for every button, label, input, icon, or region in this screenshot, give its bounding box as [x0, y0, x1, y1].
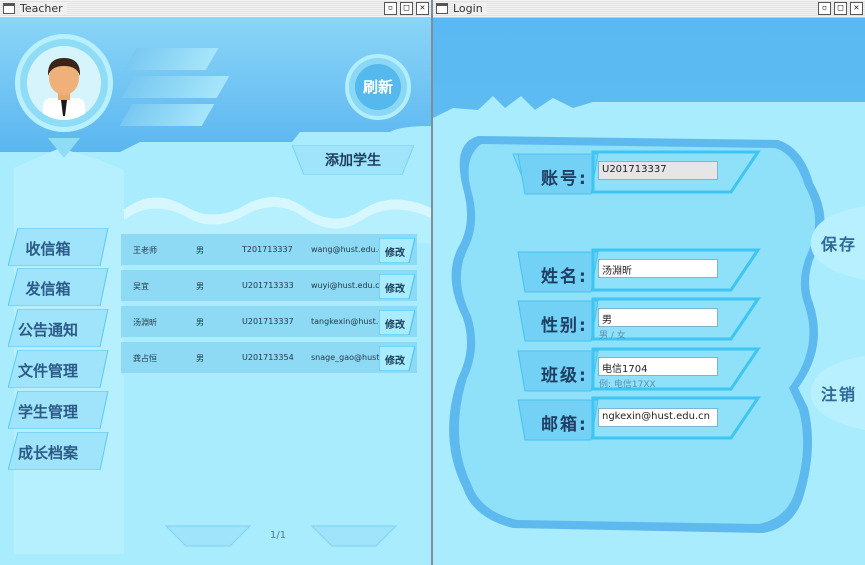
- student-id: U201713354: [242, 353, 294, 362]
- maximize-icon[interactable]: □: [400, 2, 413, 15]
- table-row[interactable]: 汤淵昕 男 U201713337 tangkexin@hust.edu.cn 修…: [121, 306, 417, 339]
- info-bar-2: [121, 76, 230, 98]
- sidebar-item-label: 公告通知: [17, 321, 78, 339]
- edit-button[interactable]: 修改: [379, 310, 415, 335]
- gender-field[interactable]: 男: [598, 308, 718, 327]
- edit-label: 修改: [385, 356, 405, 367]
- sidebar-item-label: 成长档案: [17, 444, 78, 462]
- teacher-window-title: Teacher: [20, 2, 67, 15]
- edit-button[interactable]: 修改: [379, 238, 415, 263]
- avatar[interactable]: [15, 34, 113, 132]
- sidebar-item-label: 文件管理: [17, 362, 78, 380]
- close-icon[interactable]: ✕: [416, 2, 429, 15]
- student-id: U201713333: [242, 281, 294, 290]
- avatar-photo: [27, 46, 101, 120]
- window-icon: [3, 3, 15, 14]
- email-field[interactable]: ngkexin@hust.edu.cn: [598, 408, 718, 427]
- refresh-label: 刷新: [355, 64, 401, 110]
- next-page-button[interactable]: [312, 526, 396, 546]
- close-icon[interactable]: ✕: [850, 2, 863, 15]
- edit-label: 修改: [385, 284, 405, 295]
- add-student-label: 添加学生: [325, 153, 381, 169]
- login-window: Login ▫ □ ✕ 账号: U201713337 姓名: 汤淵昕 性别: 男…: [433, 0, 865, 565]
- sidebar-item-announcements[interactable]: 公告通知: [8, 309, 116, 347]
- sidebar-item-label: 发信箱: [25, 280, 71, 298]
- sidebar-item-growth-records[interactable]: 成长档案: [8, 432, 116, 470]
- student-email: wang@hust.edu.cn: [311, 245, 388, 254]
- student-id: T201713337: [242, 245, 293, 254]
- minimize-icon[interactable]: ▫: [384, 2, 397, 15]
- teacher-window: Teacher ▫ □ ✕ 刷新 添加学生 收信箱 发信箱 公告通知 文件管理 …: [0, 0, 431, 565]
- edit-label: 修改: [385, 320, 405, 331]
- maximize-icon[interactable]: □: [834, 2, 847, 15]
- sidebar-item-outbox[interactable]: 发信箱: [8, 268, 116, 306]
- edit-button[interactable]: 修改: [379, 274, 415, 299]
- info-bar-3: [119, 104, 215, 126]
- student-id: U201713337: [242, 317, 294, 326]
- name-field[interactable]: 汤淵昕: [598, 259, 718, 278]
- add-student-button[interactable]: 添加学生: [292, 145, 414, 175]
- student-gender: 男: [196, 318, 204, 327]
- student-email: wuyi@hust.edu.cn: [311, 281, 385, 290]
- page-indicator: 1/1: [270, 530, 287, 541]
- minimize-icon[interactable]: ▫: [818, 2, 831, 15]
- prev-page-button[interactable]: [166, 526, 250, 546]
- login-decoration: [433, 18, 865, 565]
- table-row[interactable]: 吴宜 男 U201713333 wuyi@hust.edu.cn 修改: [121, 270, 417, 303]
- gender-hint: 男 / 女: [599, 331, 626, 341]
- class-hint: 例: 电信17XX: [599, 380, 656, 390]
- student-gender: 男: [196, 246, 204, 255]
- login-content: 账号: U201713337 姓名: 汤淵昕 性别: 男 男 / 女 班级: 电…: [433, 18, 865, 565]
- login-window-title: Login: [453, 2, 487, 15]
- student-name: 汤淵昕: [133, 318, 157, 327]
- teacher-titlebar[interactable]: Teacher ▫ □ ✕: [0, 0, 431, 18]
- info-bar-1: [123, 48, 219, 70]
- login-titlebar[interactable]: Login ▫ □ ✕: [433, 0, 865, 18]
- table-row[interactable]: 王老师 男 T201713337 wang@hust.edu.cn 修改: [121, 234, 417, 267]
- sidebar-item-inbox[interactable]: 收信箱: [8, 228, 116, 266]
- logout-button[interactable]: 注销: [821, 381, 857, 405]
- student-name: 王老师: [133, 246, 157, 255]
- class-field[interactable]: 电信1704: [598, 357, 718, 376]
- sidebar-item-label: 收信箱: [25, 240, 71, 258]
- table-row[interactable]: 龚占恒 男 U201713354 snage_gao@hust.edu... 修…: [121, 342, 417, 375]
- window-icon: [436, 3, 448, 14]
- sidebar-item-label: 学生管理: [17, 403, 78, 421]
- edit-button[interactable]: 修改: [379, 346, 415, 371]
- account-field[interactable]: U201713337: [598, 161, 718, 180]
- edit-label: 修改: [385, 248, 405, 259]
- student-gender: 男: [196, 282, 204, 291]
- sidebar-item-students[interactable]: 学生管理: [8, 391, 116, 429]
- student-gender: 男: [196, 354, 204, 363]
- refresh-button[interactable]: 刷新: [345, 54, 411, 120]
- teacher-content: 刷新 添加学生 收信箱 发信箱 公告通知 文件管理 学生管理 成长档案 王老师 …: [0, 18, 431, 565]
- student-name: 龚占恒: [133, 354, 157, 363]
- student-name: 吴宜: [133, 282, 149, 291]
- save-button[interactable]: 保存: [821, 231, 857, 255]
- sidebar-item-files[interactable]: 文件管理: [8, 350, 116, 388]
